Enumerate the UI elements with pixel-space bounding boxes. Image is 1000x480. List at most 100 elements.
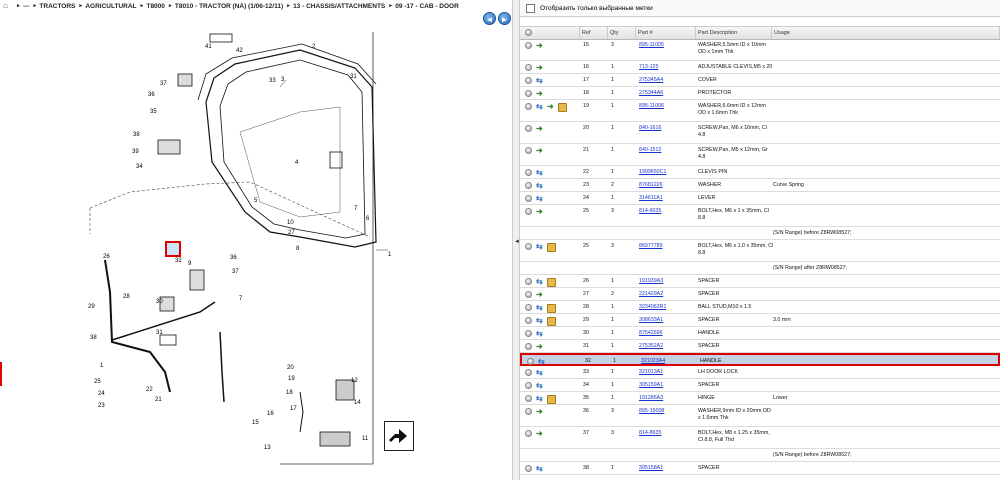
supersede-arrow-icon[interactable]: ➜ (536, 408, 545, 416)
table-row[interactable]: ⇆ 24 1 314611A1 LEVER (520, 192, 1000, 205)
callout-number[interactable]: 36 (148, 92, 155, 98)
callout-number[interactable]: 17 (290, 406, 297, 412)
table-row[interactable]: ⇆ 25 3 86977789 BOLT,Hex, M6 x 1.0 x 35mm, C… (520, 240, 1000, 262)
callout-number[interactable]: 29 (88, 304, 95, 310)
callout-number[interactable]: 23 (98, 403, 105, 409)
callout-number[interactable]: 22 (146, 387, 153, 393)
show-selected-checkbox[interactable] (526, 3, 535, 13)
info-icon[interactable] (525, 147, 532, 154)
interchange-icon[interactable]: ⇆ (536, 304, 545, 312)
column-part[interactable]: Part # (636, 27, 696, 39)
callout-number[interactable]: 31 (156, 330, 163, 336)
info-icon[interactable] (525, 195, 532, 202)
table-row[interactable]: ➜ 18 1 275344A6 PROTECTOR (520, 87, 1000, 100)
callout-number[interactable]: 34 (136, 164, 143, 170)
callout-number[interactable]: 33 (269, 78, 276, 84)
callout-number[interactable]: 5 (254, 198, 258, 204)
info-icon[interactable] (525, 103, 532, 110)
callout-number[interactable]: 6 (366, 216, 370, 222)
table-row[interactable]: ⇆ 29 1 308633A1 SPACER 3.0 mm (520, 314, 1000, 327)
callout-number[interactable]: 4 (295, 160, 299, 166)
interchange-icon[interactable]: ⇆ (536, 465, 545, 473)
part-number-link[interactable]: 814-6035 (639, 208, 661, 215)
column-ref[interactable]: Ref (580, 27, 608, 39)
table-row[interactable]: ⇆ 33 1 321013A1 LH DOOR LOCK (520, 366, 1000, 379)
breadcrumb-item[interactable]: AGRICULTURAL (85, 3, 136, 10)
interchange-icon[interactable]: ⇆ (538, 358, 547, 366)
part-number-link[interactable]: 321013A1 (639, 369, 663, 376)
collapse-arrow-icon[interactable]: ◄ (514, 237, 520, 247)
package-icon[interactable] (547, 304, 556, 313)
callout-number[interactable]: 1 (388, 252, 392, 258)
info-icon[interactable] (525, 465, 532, 472)
table-row[interactable]: ⇆ 22 1 1999650C1 CLEVIS PIN (520, 166, 1000, 179)
part-number-link[interactable]: 191286A3 (639, 395, 663, 402)
breadcrumb-item[interactable]: 13 - CHASSIS/ATTACHMENTS (293, 3, 385, 10)
info-icon[interactable] (525, 343, 532, 350)
info-icon[interactable] (525, 125, 532, 132)
table-row[interactable]: ➜ 27 2 221429A2 SPACER (520, 288, 1000, 301)
callout-number[interactable]: 41 (205, 44, 212, 50)
callout-number[interactable]: 8 (296, 246, 300, 252)
callout-number[interactable]: 12 (351, 378, 358, 384)
info-icon[interactable] (525, 90, 532, 97)
package-icon[interactable] (547, 317, 556, 326)
info-icon[interactable] (527, 358, 534, 365)
callout-number[interactable]: 24 (98, 391, 105, 397)
callout-number[interactable]: 32 (175, 258, 182, 264)
info-icon[interactable] (525, 182, 532, 189)
part-number-link[interactable]: 895-11006 (639, 103, 664, 110)
table-row[interactable]: ⇆ ➜ 19 1 895-11006 WASHER,6.6mm ID x 12mm OD … (520, 100, 1000, 122)
callout-number[interactable]: 27 (288, 230, 295, 236)
part-number-link[interactable]: 840-1512 (639, 147, 661, 154)
supersede-arrow-icon[interactable]: ➜ (536, 90, 545, 98)
callout-number[interactable]: 37 (160, 81, 167, 87)
table-row[interactable]: ⇆ 32 1 321023A4 HANDLE (520, 353, 1000, 366)
callout-number[interactable]: 11 (362, 436, 369, 442)
callout-number[interactable]: 20 (287, 365, 294, 371)
export-button[interactable] (384, 421, 414, 451)
column-qty[interactable]: Qty (608, 27, 636, 39)
breadcrumb-item[interactable]: T8010 - TRACTOR (NA) (1/06-12/11) (175, 3, 283, 10)
callout-number[interactable]: 7 (239, 296, 243, 302)
table-row[interactable]: ➜ 31 1 275352A2 SPACER (520, 340, 1000, 353)
part-number-link[interactable]: 305158A1 (639, 465, 663, 472)
part-number-link[interactable]: 221429A2 (639, 291, 663, 298)
column-description[interactable]: Part Description (696, 27, 772, 39)
table-row[interactable]: ➜ 37 3 814-8635 BOLT,Hex, M8 x 1.25 x 35mm, … (520, 427, 1000, 449)
interchange-icon[interactable]: ⇆ (536, 77, 545, 85)
selected-part-marker[interactable] (165, 241, 181, 257)
interchange-icon[interactable]: ⇆ (536, 243, 545, 251)
callout-number[interactable]: 30 (156, 299, 163, 305)
info-icon[interactable] (525, 330, 532, 337)
callout-number[interactable]: 38 (90, 335, 97, 341)
part-number-link[interactable]: 87681226 (639, 182, 663, 189)
package-icon[interactable] (547, 243, 556, 252)
supersede-arrow-icon[interactable]: ➜ (536, 64, 545, 72)
info-icon[interactable] (525, 317, 532, 324)
part-number-link[interactable]: 305159A1 (639, 382, 663, 389)
interchange-icon[interactable]: ⇆ (536, 195, 545, 203)
interchange-icon[interactable]: ⇆ (536, 169, 545, 177)
part-number-link[interactable]: 86977789 (639, 243, 663, 250)
part-number-link[interactable]: 814-8635 (639, 430, 661, 437)
part-number-link[interactable]: 895-15008 (639, 408, 664, 415)
table-row[interactable]: ➜ 36 3 895-15008 WASHER,9mm ID x 20mm OD x 1… (520, 405, 1000, 427)
table-row[interactable]: ⇆ 34 1 305159A1 SPACER (520, 379, 1000, 392)
part-number-link[interactable]: 895-11005 (639, 42, 664, 49)
callout-number[interactable]: 21 (155, 397, 162, 403)
pane-splitter[interactable]: ◄ (512, 0, 520, 480)
supersede-arrow-icon[interactable]: ➜ (547, 103, 556, 111)
info-icon[interactable] (525, 395, 532, 402)
interchange-icon[interactable]: ⇆ (536, 369, 545, 377)
interchange-icon[interactable]: ⇆ (536, 103, 545, 111)
supersede-arrow-icon[interactable]: ➜ (536, 125, 545, 133)
info-icon[interactable] (525, 169, 532, 176)
info-icon[interactable] (525, 243, 532, 250)
supersede-arrow-icon[interactable]: ➜ (536, 291, 545, 299)
supersede-arrow-icon[interactable]: ➜ (536, 42, 545, 50)
part-number-link[interactable]: 314611A1 (639, 195, 663, 202)
callout-number[interactable]: 37 (232, 269, 239, 275)
part-number-link[interactable]: 713-125 (639, 64, 658, 71)
interchange-icon[interactable]: ⇆ (536, 317, 545, 325)
